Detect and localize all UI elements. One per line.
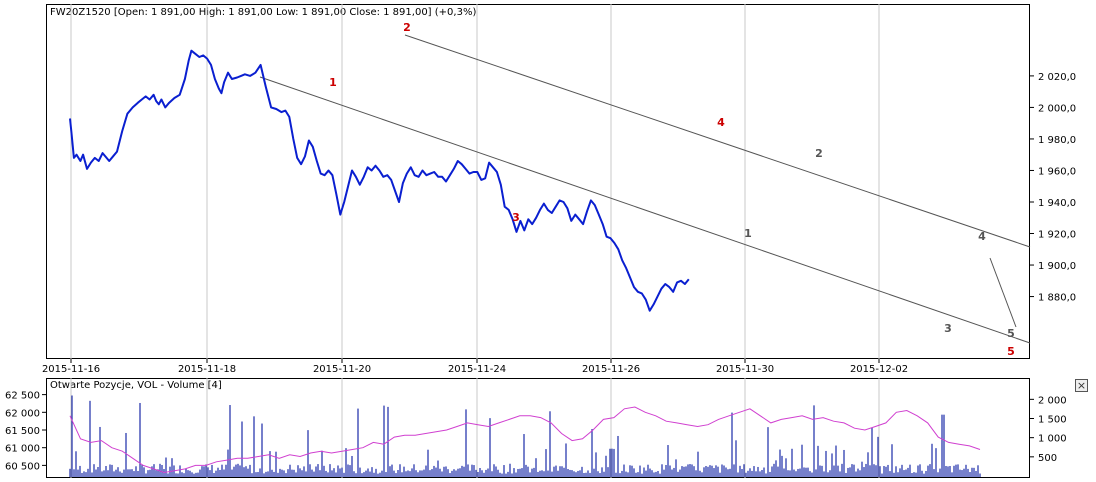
y-tick-label: 1 900,0 <box>1038 261 1076 272</box>
volume-tick-label: 1 500 <box>1038 415 1067 426</box>
chart-canvas: 2015-11-16 2015-11-18 2015-11-20 2015-11-24… <box>5 4 1076 478</box>
x-tick-label: 2015-11-16 <box>42 364 100 375</box>
price-series-line <box>69 49 690 312</box>
x-tick-label: 2015-11-30 <box>716 364 774 375</box>
x-tick-label: 2015-11-26 <box>582 364 640 375</box>
oi-tick-label: 62 000 <box>5 408 40 419</box>
wave-label-red: 5 <box>1007 345 1015 358</box>
oi-tick-label: 61 000 <box>5 444 40 455</box>
wave-label-red: 2 <box>403 21 411 34</box>
volume-tick-label: 500 <box>1038 453 1057 464</box>
y-tick-label: 1 980,0 <box>1038 135 1076 146</box>
wave-label-gray: 1 <box>744 227 752 240</box>
x-tick-label: 2015-12-02 <box>850 364 908 375</box>
wave-label-gray: 5 <box>1007 327 1015 340</box>
volume-tick-label: 1 000 <box>1038 434 1067 445</box>
y-tick-label: 2 000,0 <box>1038 103 1076 114</box>
projection-line <box>989 257 1017 328</box>
y-tick-label: 1 920,0 <box>1038 230 1076 241</box>
wave-label-gray: 2 <box>815 147 823 160</box>
wave-label-red: 4 <box>717 116 725 129</box>
wave-label-gray: 3 <box>944 322 952 335</box>
x-tick-label: 2015-11-20 <box>313 364 371 375</box>
oi-tick-label: 61 500 <box>5 426 40 437</box>
wave-label-red: 1 <box>329 76 337 89</box>
oi-tick-label: 62 500 <box>5 391 40 402</box>
channel-upper-line <box>404 34 1031 248</box>
y-tick-label: 1 880,0 <box>1038 293 1076 304</box>
x-tick-label: 2015-11-18 <box>178 364 236 375</box>
oi-tick-label: 60 500 <box>5 461 40 472</box>
wave-label-red: 3 <box>512 211 520 224</box>
volume-tick-label: 2 000 <box>1038 395 1067 406</box>
y-tick-label: 2 020,0 <box>1038 72 1076 83</box>
x-tick-label: 2015-11-24 <box>448 364 506 375</box>
y-tick-label: 1 940,0 <box>1038 198 1076 209</box>
y-tick-label: 1 960,0 <box>1038 166 1076 177</box>
wave-label-gray: 4 <box>978 230 986 243</box>
